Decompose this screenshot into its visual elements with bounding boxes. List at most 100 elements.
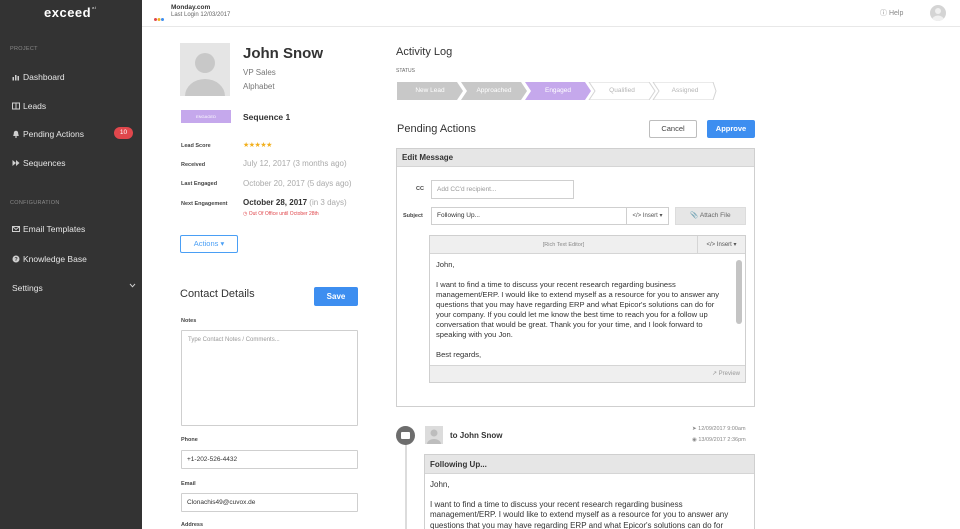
insert-label: Insert xyxy=(642,213,658,219)
last-engaged-relative: (5 days ago) xyxy=(307,179,352,188)
paperclip-icon: 📎 xyxy=(690,212,699,219)
sidebar-item-dashboard[interactable]: Dashboard xyxy=(12,72,65,82)
sidebar-item-email-templates[interactable]: Email Templates xyxy=(12,224,85,234)
address-label: Address xyxy=(181,522,204,528)
step-qualified: Qualified xyxy=(609,87,635,94)
rte-insert-button[interactable]: </> Insert ▾ xyxy=(698,236,745,254)
sidebar-item-settings[interactable]: Settings xyxy=(12,283,43,293)
help-link[interactable]: ⓘ Help xyxy=(880,8,903,18)
subject-insert-button[interactable]: </> Insert ▾ xyxy=(626,207,669,225)
sent-message-subject: Following Up... xyxy=(425,455,754,474)
eye-icon: ◉ xyxy=(692,437,697,443)
email-event-icon xyxy=(396,426,415,445)
envelope-icon xyxy=(12,225,20,233)
code-icon: </> xyxy=(632,213,642,219)
sidebar-item-label: Pending Actions xyxy=(23,129,84,139)
status-stepper: New Lead Approached Engaged Qualified As… xyxy=(397,82,717,100)
caret-down-icon: ▾ xyxy=(659,213,663,219)
pending-count-badge: 10 xyxy=(114,127,133,139)
attach-file-button[interactable]: 📎 Attach File xyxy=(675,207,746,225)
received-relative: (3 months ago) xyxy=(292,159,347,168)
phone-field[interactable]: +1-202-526-4432 xyxy=(181,450,358,469)
sidebar-item-label: Knowledge Base xyxy=(23,254,87,264)
step-assigned: Assigned xyxy=(671,87,699,94)
pending-actions-title: Pending Actions xyxy=(397,123,476,135)
sidebar-item-label: Sequences xyxy=(23,158,66,168)
rte-footer: ↗ Preview xyxy=(430,365,745,382)
rich-text-editor[interactable]: [Rich Text Editor] </> Insert ▾ John, I … xyxy=(429,235,746,383)
lead-company: Alphabet xyxy=(243,82,275,91)
save-button[interactable]: Save xyxy=(314,287,358,306)
actions-dropdown-button[interactable]: Actions ▾ xyxy=(180,235,238,253)
subject-label: Subject xyxy=(403,213,423,219)
user-avatar[interactable] xyxy=(930,5,946,21)
chevron-down-icon[interactable] xyxy=(129,283,136,290)
received-value: July 12, 2017 (3 months ago) xyxy=(243,159,347,168)
notes-label: Notes xyxy=(181,318,197,324)
sent-message-text: I want to find a time to discuss your re… xyxy=(430,499,729,529)
edit-message-header: Edit Message xyxy=(397,149,754,167)
sidebar-item-label: Email Templates xyxy=(23,224,86,234)
rte-toolbar: [Rich Text Editor] </> Insert ▾ xyxy=(430,236,745,254)
top-bar: Monday.com Last Login 12/03/2017 ⓘ Help xyxy=(142,0,960,27)
viewed-time: ◉ 13/09/2017 2:36pm xyxy=(692,437,746,443)
external-link-icon: ↗ xyxy=(711,371,717,377)
sent-message-greeting: John, xyxy=(430,480,450,489)
out-of-office-notice: ◷ Out Of Office until October 28th xyxy=(243,211,319,217)
sidebar-item-sequences[interactable]: Sequences xyxy=(12,158,66,168)
section-project: PROJECT xyxy=(10,46,38,52)
section-configuration: CONFIGURATION xyxy=(10,200,60,206)
sidebar-item-knowledge-base[interactable]: ? Knowledge Base xyxy=(12,254,87,264)
sent-message-card: Following Up... John, I want to find a t… xyxy=(424,454,755,529)
contacts-icon xyxy=(12,102,20,110)
next-engagement-date: October 28, 2017 xyxy=(243,198,308,207)
question-circle-icon: ? xyxy=(12,255,20,263)
sidebar-item-leads[interactable]: Leads xyxy=(12,101,46,111)
sidebar-item-label: Settings xyxy=(12,283,43,293)
cc-input[interactable]: Add CC'd recipient... xyxy=(431,180,574,199)
email-signoff: Best regards, xyxy=(436,350,482,359)
received-label: Received xyxy=(181,162,206,168)
next-engagement-value: October 28, 2017 (in 3 days) xyxy=(243,198,347,207)
preview-label: Preview xyxy=(718,371,740,377)
monday-logo-icon xyxy=(154,9,164,21)
workspace-name[interactable]: Monday.com xyxy=(171,4,210,11)
insert-label: Insert xyxy=(716,242,732,248)
sidebar: exceedai PROJECT Dashboard Leads Pending… xyxy=(0,0,142,529)
cancel-button[interactable]: Cancel xyxy=(649,120,697,138)
logo[interactable]: exceedai xyxy=(44,5,96,20)
notes-textarea[interactable]: Type Contact Notes / Comments... xyxy=(181,330,358,426)
recipient-avatar xyxy=(425,426,443,444)
lead-title: VP Sales xyxy=(243,68,276,77)
email-greeting: John, xyxy=(436,260,455,269)
approve-button[interactable]: Approve xyxy=(707,120,755,138)
viewed-time-text: 13/09/2017 2:36pm xyxy=(698,437,746,443)
out-of-office-text: Out Of Office until October 28th xyxy=(248,211,319,217)
code-icon: </> xyxy=(706,242,716,248)
sent-time: ➤ 12/09/2017 9:00am xyxy=(692,426,746,432)
sidebar-item-pending-actions[interactable]: Pending Actions xyxy=(12,129,84,139)
rte-toolbar-label: [Rich Text Editor] xyxy=(430,236,698,254)
preview-button[interactable]: ↗ Preview xyxy=(712,370,740,377)
rte-scrollbar[interactable] xyxy=(736,260,742,324)
next-engagement-label: Next Engagement xyxy=(181,201,228,207)
subject-input[interactable]: Following Up... xyxy=(431,207,627,225)
profile-photo xyxy=(180,43,230,96)
step-approached: Approached xyxy=(476,87,512,94)
sequence-name[interactable]: Sequence 1 xyxy=(243,112,290,122)
rte-content[interactable]: John, I want to find a time to discuss y… xyxy=(430,254,745,365)
step-new-lead: New Lead xyxy=(415,87,445,94)
status-badge: ENGAGED xyxy=(181,110,231,123)
timeline-line xyxy=(405,444,407,529)
email-field[interactable]: Clonachis49@cuvox.de xyxy=(181,493,358,512)
received-date: July 12, 2017 xyxy=(243,159,291,168)
help-label: Help xyxy=(888,10,904,17)
sent-time-text: 12/09/2017 9:00am xyxy=(698,426,746,432)
email-label: Email xyxy=(181,481,196,487)
logo-superscript: ai xyxy=(92,5,97,10)
sent-message-body: John, I want to find a time to discuss y… xyxy=(425,474,754,529)
status-label: STATUS xyxy=(396,68,415,74)
phone-label: Phone xyxy=(181,437,198,443)
timeline-recipient: to John Snow xyxy=(450,431,503,440)
contact-details-title: Contact Details xyxy=(180,288,255,300)
